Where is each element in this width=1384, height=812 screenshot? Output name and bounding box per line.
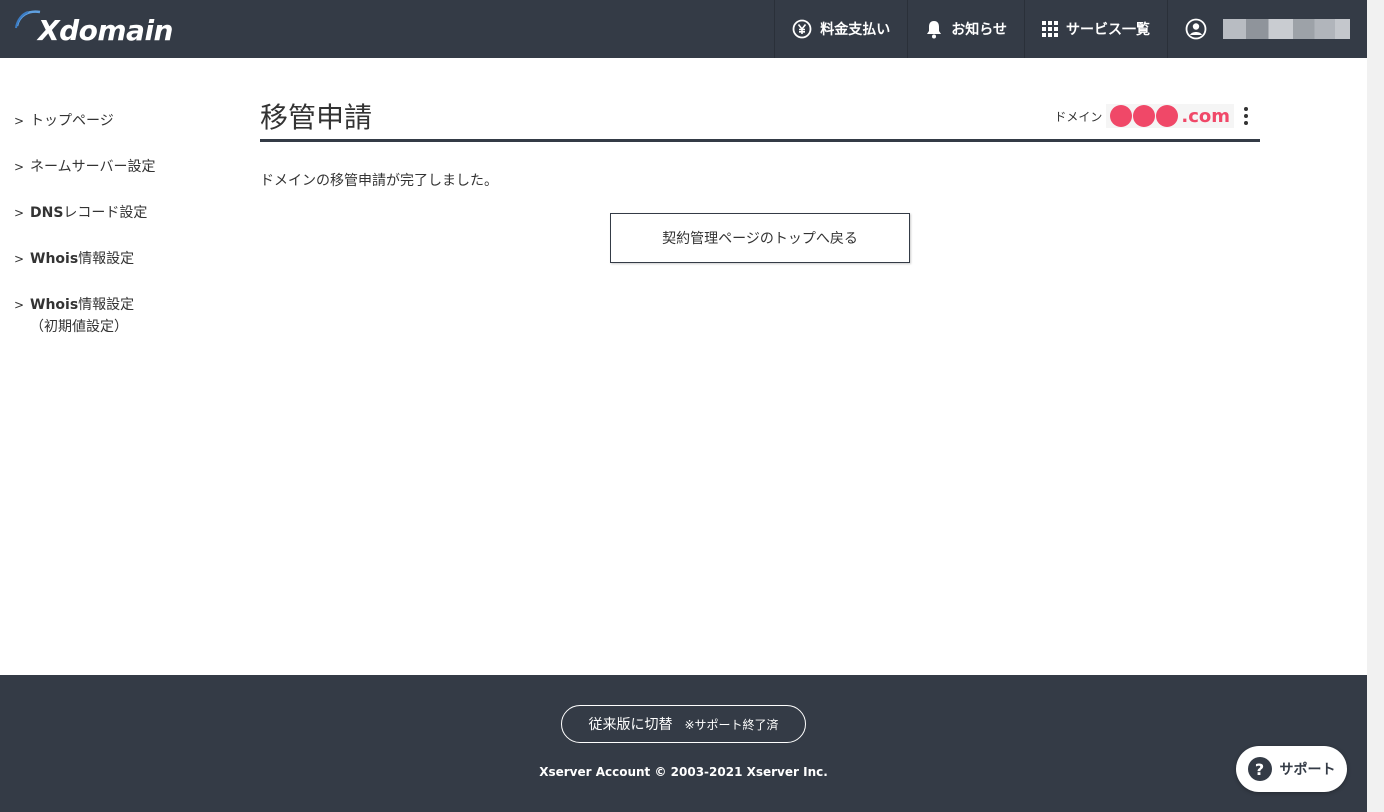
support-ended-note: ※サポート終了済: [684, 717, 779, 732]
support-button[interactable]: ? サポート: [1236, 746, 1347, 792]
more-options-icon[interactable]: [1242, 107, 1250, 125]
sidebar-item-label: Whois情報設定 （初期値設定）: [30, 297, 135, 335]
question-icon: ?: [1247, 757, 1272, 781]
domain-name: .com: [1106, 104, 1234, 128]
copyright: Xserver Account © 2003-2021 Xserver Inc.: [539, 765, 828, 779]
footer: 従来版に切替 ※サポート終了済 Xserver Account © 2003-2…: [0, 675, 1367, 812]
masked-dot-icon: [1110, 105, 1133, 127]
sidebar-item-label: Whois情報設定: [30, 251, 135, 267]
sidebar-item-nameserver[interactable]: > ネームサーバー設定: [0, 144, 230, 190]
user-name-redacted: [1223, 19, 1350, 39]
completion-message: ドメインの移管申請が完了しました。: [260, 173, 498, 189]
sidebar-item-top-page[interactable]: > トップページ: [0, 98, 230, 144]
grid-icon: [1042, 21, 1058, 37]
switch-legacy-label: 従来版に切替: [588, 717, 673, 733]
chevron-right-icon: >: [14, 298, 25, 312]
masked-dot-icon: [1133, 105, 1156, 127]
nav-notice-label: お知らせ: [951, 22, 1007, 38]
chevron-right-icon: >: [14, 114, 25, 128]
domain-info: ドメイン .com: [1054, 104, 1250, 128]
header: Xdomain 料金支払い お知らせ サービス一覧: [0, 0, 1367, 58]
domain-label: ドメイン: [1054, 109, 1103, 124]
nav-services-label: サービス一覧: [1066, 22, 1150, 38]
chevron-right-icon: >: [14, 160, 25, 174]
title-row: 移管申請 ドメイン .com: [260, 96, 1260, 142]
sidebar-item-label: トップページ: [30, 113, 114, 129]
sidebar-item-label: DNSレコード設定: [30, 205, 148, 221]
user-icon: [1185, 18, 1207, 40]
sidebar: > トップページ > ネームサーバー設定 > DNSレコード設定 > Whois…: [0, 98, 230, 350]
yen-icon: [792, 19, 812, 39]
sidebar-item-whois[interactable]: > Whois情報設定: [0, 236, 230, 282]
sidebar-item-dns[interactable]: > DNSレコード設定: [0, 190, 230, 236]
header-nav: 料金支払い お知らせ サービス一覧: [774, 0, 1367, 58]
switch-legacy-button[interactable]: 従来版に切替 ※サポート終了済: [561, 705, 806, 743]
sidebar-item-whois-default[interactable]: > Whois情報設定 （初期値設定）: [0, 282, 230, 350]
xdomain-logo[interactable]: Xdomain: [14, 8, 173, 48]
nav-user-menu[interactable]: [1167, 0, 1367, 58]
nav-notice[interactable]: お知らせ: [907, 0, 1024, 58]
nav-payment-label: 料金支払い: [820, 22, 891, 38]
masked-dot-icon: [1156, 105, 1179, 127]
bell-icon: [925, 19, 943, 39]
chevron-right-icon: >: [14, 252, 25, 266]
domain-suffix: .com: [1181, 105, 1230, 127]
page-title: 移管申請: [260, 101, 373, 134]
nav-payment[interactable]: 料金支払い: [774, 0, 907, 58]
back-to-top-button[interactable]: 契約管理ページのトップへ戻る: [610, 213, 910, 263]
logo-text: Xdomain: [38, 13, 173, 47]
chevron-right-icon: >: [14, 206, 25, 220]
support-label: サポート: [1279, 762, 1336, 778]
main-content: 移管申請 ドメイン .com ドメインの移管申請が完了しました。 契約管理ページ…: [260, 96, 1260, 263]
vertical-scrollbar[interactable]: [1367, 0, 1384, 812]
nav-services[interactable]: サービス一覧: [1024, 0, 1167, 58]
sidebar-item-label: ネームサーバー設定: [30, 159, 156, 175]
